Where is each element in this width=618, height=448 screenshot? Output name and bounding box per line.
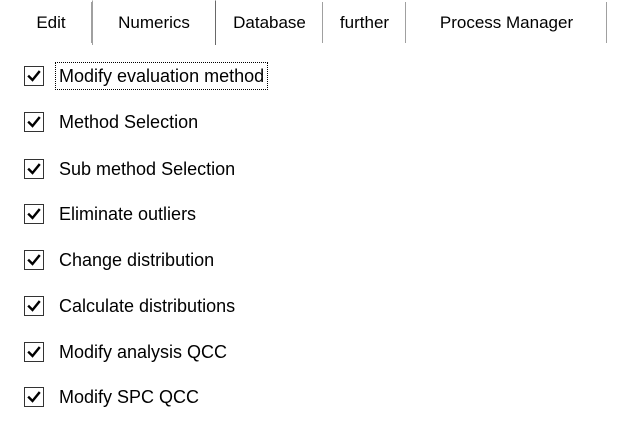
checkbox[interactable]: [24, 66, 44, 86]
checkmark-icon: [27, 208, 41, 220]
checkbox[interactable]: [24, 342, 44, 362]
numerics-panel: Modify evaluation method Method Selectio…: [10, 45, 610, 448]
option-change-distribution[interactable]: Change distribution: [10, 246, 218, 274]
tab-label: Process Manager: [439, 12, 574, 32]
option-modify-spc-qcc[interactable]: Modify SPC QCC: [10, 383, 203, 411]
tab-process-manager[interactable]: Process Manager: [406, 2, 607, 43]
option-sub-method-selection[interactable]: Sub method Selection: [10, 155, 239, 183]
checkmark-icon: [27, 116, 41, 128]
option-label[interactable]: Eliminate outliers: [55, 200, 200, 228]
checkmark-icon: [27, 300, 41, 312]
checkbox[interactable]: [24, 112, 44, 132]
checkbox[interactable]: [24, 296, 44, 316]
checkbox[interactable]: [24, 387, 44, 407]
tab-numerics[interactable]: Numerics: [92, 0, 216, 45]
checkbox[interactable]: [24, 159, 44, 179]
checkmark-icon: [27, 391, 41, 403]
option-modify-analysis-qcc[interactable]: Modify analysis QCC: [10, 338, 231, 366]
tab-database[interactable]: Database: [216, 2, 323, 43]
tab-label: further: [339, 12, 390, 32]
option-label[interactable]: Modify evaluation method: [55, 62, 269, 90]
option-label[interactable]: Calculate distributions: [55, 292, 239, 320]
option-label[interactable]: Modify SPC QCC: [55, 383, 203, 411]
checkmark-icon: [27, 254, 41, 266]
tab-further[interactable]: further: [323, 2, 406, 43]
tab-strip: Edit Numerics Database further Process M…: [10, 0, 610, 45]
tab-label: Numerics: [118, 13, 190, 32]
checkbox[interactable]: [24, 204, 44, 224]
option-label[interactable]: Modify analysis QCC: [55, 338, 231, 366]
tab-label: Edit: [36, 12, 66, 32]
option-modify-evaluation-method[interactable]: Modify evaluation method: [10, 62, 269, 90]
tab-label: Database: [233, 12, 306, 32]
option-label[interactable]: Method Selection: [55, 108, 202, 136]
option-label[interactable]: Change distribution: [55, 246, 218, 274]
option-calculate-distributions[interactable]: Calculate distributions: [10, 292, 239, 320]
checkmark-icon: [27, 346, 41, 358]
option-eliminate-outliers[interactable]: Eliminate outliers: [10, 200, 200, 228]
tab-edit[interactable]: Edit: [10, 2, 92, 43]
checkbox[interactable]: [24, 250, 44, 270]
checkmark-icon: [27, 70, 41, 82]
checkmark-icon: [27, 163, 41, 175]
option-label[interactable]: Sub method Selection: [55, 155, 239, 183]
option-method-selection[interactable]: Method Selection: [10, 108, 202, 136]
